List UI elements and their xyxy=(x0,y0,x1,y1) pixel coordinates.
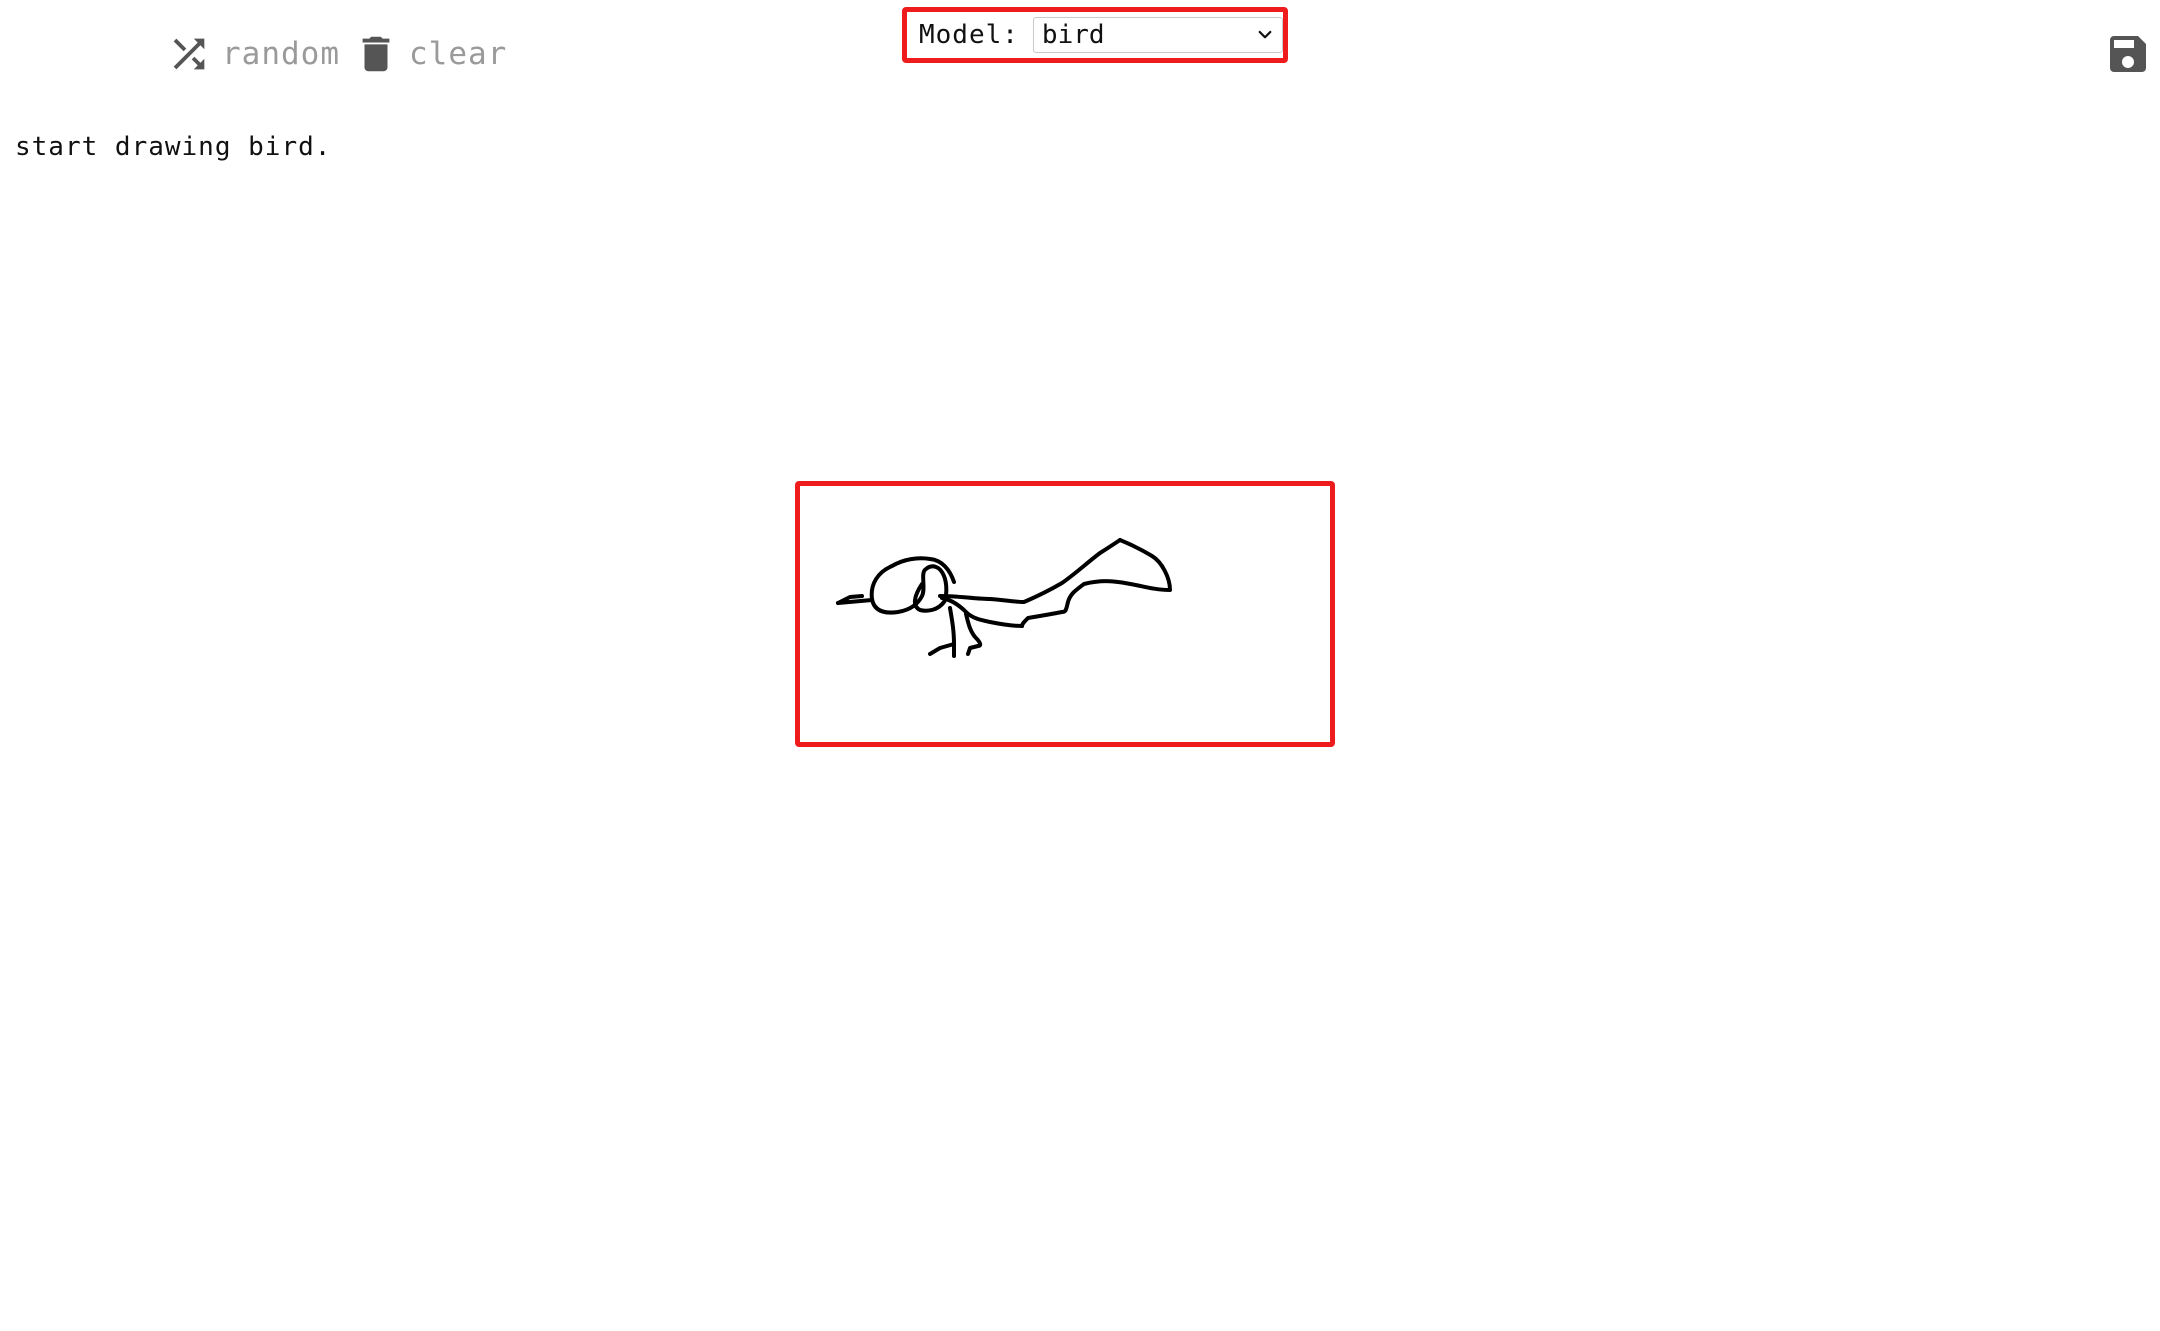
random-label: random xyxy=(222,36,340,72)
chevron-down-icon xyxy=(1258,30,1272,39)
drawing-canvas[interactable] xyxy=(795,481,1335,747)
clear-label: clear xyxy=(409,36,508,72)
random-button[interactable]: random xyxy=(166,28,340,80)
model-selector: Model: bird xyxy=(902,7,1288,63)
model-selected-value: bird xyxy=(1041,20,1105,50)
trash-icon xyxy=(353,31,399,77)
clear-button[interactable]: clear xyxy=(353,28,507,80)
model-dropdown[interactable]: bird xyxy=(1032,17,1283,53)
toolbar: random clear Model: bird xyxy=(0,0,2160,110)
shuffle-icon xyxy=(166,31,212,77)
status-message: start drawing bird. xyxy=(15,132,332,162)
sketch-drawing xyxy=(836,538,1172,658)
save-icon xyxy=(2110,36,2146,72)
save-button[interactable] xyxy=(2104,30,2152,78)
model-label: Model: xyxy=(919,20,1019,50)
